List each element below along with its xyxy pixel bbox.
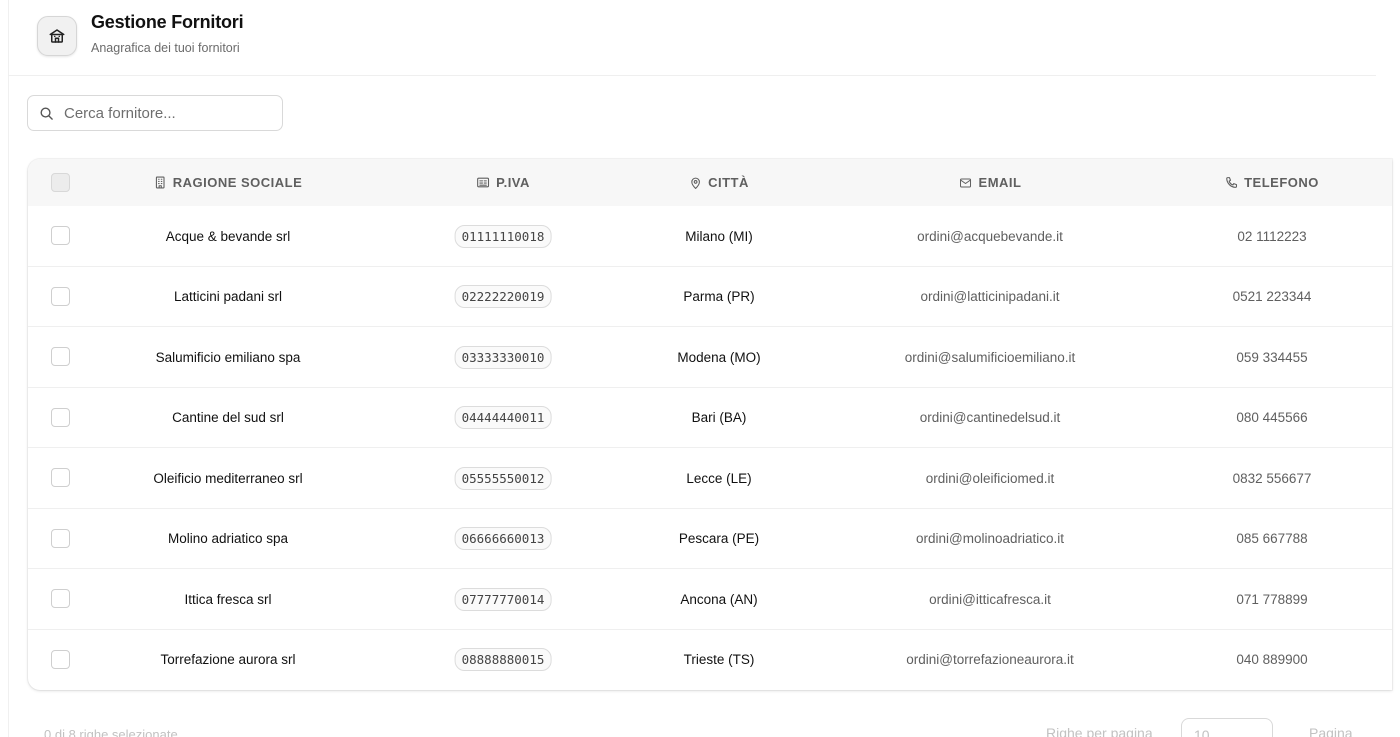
cell-telefono: 071 778899 — [1236, 591, 1308, 607]
column-header-email[interactable]: EMAIL — [959, 159, 1022, 206]
piva-badge: 08888880015 — [454, 648, 552, 671]
cell-citta: Lecce (LE) — [686, 470, 752, 486]
table-row[interactable]: Latticini padani srl 02222220019 Parma (… — [28, 267, 1392, 327]
cell-email: ordini@cantinedelsud.it — [919, 410, 1061, 425]
search-icon — [40, 107, 53, 120]
selection-count: 0 di 8 righe selezionate. — [44, 727, 182, 737]
cell-citta: Modena (MO) — [677, 349, 761, 365]
cell-piva: 06666660013 — [454, 509, 552, 569]
cell-piva: 05555550012 — [454, 448, 552, 508]
row-checkbox[interactable] — [51, 468, 70, 487]
row-checkbox[interactable] — [51, 528, 70, 548]
search-input[interactable] — [64, 104, 264, 122]
table-row[interactable]: Oleificio mediterraneo srl 05555550012 L… — [28, 448, 1392, 509]
piva-badge: 07777770014 — [454, 587, 552, 611]
cell-email: ordini@molinoadriatico.it — [915, 531, 1065, 546]
cell-ragione-sociale: Torrefazione aurora srl — [160, 652, 296, 667]
cell-email: ordini@torrefazioneaurora.it — [906, 652, 1074, 667]
page-title: Gestione Fornitori — [91, 12, 244, 32]
column-header-piva[interactable]: P.IVA — [476, 159, 530, 206]
cell-ragione-sociale: Acque & bevande srl — [165, 228, 291, 244]
cell-piva: 07777770014 — [454, 569, 552, 629]
cell-citta: Pescara (PE) — [678, 531, 760, 546]
id-card-icon — [477, 177, 490, 188]
cell-piva: 02222220019 — [454, 267, 552, 327]
page-header: Gestione Fornitori Anagrafica dei tuoi f… — [8, 0, 1376, 76]
row-checkbox[interactable] — [51, 649, 70, 669]
piva-badge: 02222220019 — [454, 285, 552, 308]
row-checkbox[interactable] — [51, 226, 70, 245]
cell-citta: Milano (MI) — [685, 228, 753, 244]
select-all-checkbox[interactable] — [51, 173, 70, 192]
table-row[interactable]: Torrefazione aurora srl 08888880015 Trie… — [28, 630, 1392, 691]
search-box[interactable] — [27, 95, 283, 131]
cell-ragione-sociale: Ittica fresca srl — [184, 591, 272, 607]
map-pin-icon — [691, 177, 700, 189]
cell-ragione-sociale: Latticini padani srl — [173, 289, 283, 304]
row-checkbox[interactable] — [51, 407, 70, 427]
row-checkbox[interactable] — [51, 347, 70, 366]
rows-per-page-label: Righe per pagina — [1046, 725, 1153, 737]
building-store-icon — [37, 16, 77, 56]
page-indicator: Pagina — [1309, 725, 1353, 737]
column-header-telefono[interactable]: TELEFONO — [1225, 159, 1319, 206]
cell-email: ordini@latticinipadani.it — [920, 289, 1060, 304]
table-row[interactable]: Acque & bevande srl 01111110018 Milano (… — [28, 206, 1392, 267]
cell-telefono: 02 1112223 — [1237, 228, 1307, 244]
phone-icon — [1226, 177, 1238, 188]
cell-telefono: 085 667788 — [1236, 531, 1308, 546]
cell-citta: Bari (BA) — [691, 410, 747, 425]
cell-email: ordini@salumificioemiliano.it — [904, 349, 1076, 365]
cell-piva: 08888880015 — [454, 630, 552, 690]
column-header-citta[interactable]: CITTÀ — [689, 159, 749, 206]
piva-badge: 01111110018 — [454, 224, 552, 248]
cell-email: ordini@oleificiomed.it — [925, 470, 1055, 486]
table-row[interactable]: Salumificio emiliano spa 03333330010 Mod… — [28, 327, 1392, 388]
column-header-ragione-sociale[interactable]: RAGIONE SOCIALE — [154, 159, 303, 206]
piva-badge: 06666660013 — [454, 527, 552, 550]
cell-telefono: 0832 556677 — [1232, 470, 1312, 486]
cell-citta: Parma (PR) — [683, 289, 755, 304]
cell-citta: Ancona (AN) — [680, 591, 758, 607]
row-checkbox[interactable] — [51, 589, 70, 608]
cell-ragione-sociale: Salumificio emiliano spa — [155, 349, 301, 365]
cell-piva: 04444440011 — [454, 388, 552, 448]
table-footer: 0 di 8 righe selezionate. Righe per pagi… — [0, 700, 1400, 737]
piva-badge: 03333330010 — [454, 345, 552, 369]
table-header: RAGIONE SOCIALE P.IVA CITTÀ EMAIL TELEFO… — [28, 159, 1392, 206]
table-row[interactable]: Molino adriatico spa 06666660013 Pescara… — [28, 509, 1392, 569]
cell-ragione-sociale: Cantine del sud srl — [172, 410, 284, 425]
cell-email: ordini@itticafresca.it — [929, 591, 1051, 607]
cell-email: ordini@acquebevande.it — [917, 228, 1063, 244]
suppliers-table: RAGIONE SOCIALE P.IVA CITTÀ EMAIL TELEFO… — [28, 159, 1392, 690]
cell-telefono: 0521 223344 — [1232, 289, 1312, 304]
cell-telefono: 080 445566 — [1236, 410, 1308, 425]
table-row[interactable]: Ittica fresca srl 07777770014 Ancona (AN… — [28, 569, 1392, 630]
cell-ragione-sociale: Oleificio mediterraneo srl — [153, 470, 303, 486]
cell-piva: 03333330010 — [454, 327, 552, 387]
page-subtitle: Anagrafica dei tuoi fornitori — [91, 41, 240, 55]
rows-per-page-select[interactable]: 10 — [1181, 718, 1273, 737]
table-row[interactable]: Cantine del sud srl 04444440011 Bari (BA… — [28, 388, 1392, 448]
piva-badge: 04444440011 — [454, 406, 552, 429]
cell-ragione-sociale: Molino adriatico spa — [167, 531, 289, 546]
cell-piva: 01111110018 — [454, 206, 552, 266]
piva-badge: 05555550012 — [454, 466, 552, 490]
row-checkbox[interactable] — [51, 286, 70, 306]
building-icon — [155, 176, 165, 189]
cell-citta: Trieste (TS) — [683, 652, 755, 667]
cell-telefono: 040 889900 — [1236, 652, 1308, 667]
mail-icon — [960, 178, 972, 187]
cell-telefono: 059 334455 — [1236, 349, 1308, 365]
